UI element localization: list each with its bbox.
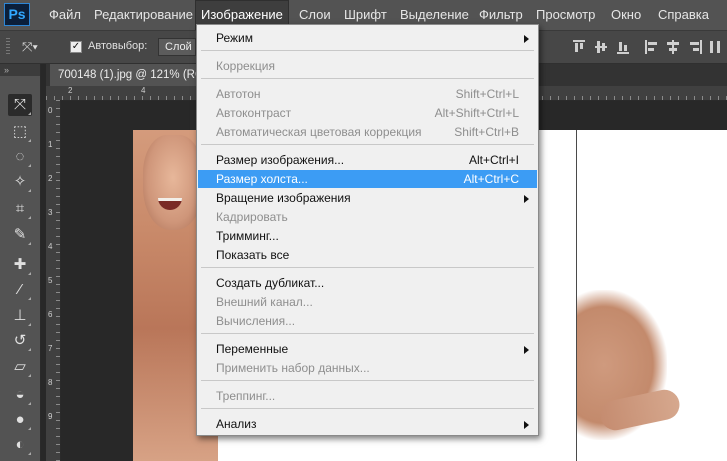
submenu-arrow-icon bbox=[524, 35, 529, 43]
tool-eraser[interactable]: ▱ bbox=[8, 356, 32, 378]
eyedropper-icon: ✎ bbox=[13, 226, 27, 243]
distribute-icon[interactable] bbox=[708, 39, 722, 55]
eraser-icon: ▱ bbox=[14, 358, 26, 375]
align-bottom-icon[interactable] bbox=[616, 39, 630, 55]
align-top-icon[interactable] bbox=[572, 39, 586, 55]
magic-wand-icon: ✧ bbox=[13, 173, 27, 190]
clone-stamp-icon: ⊥ bbox=[13, 307, 27, 324]
history-brush-icon: ↺ bbox=[13, 332, 27, 349]
menu-item-auto-tone[interactable]: Автотон Shift+Ctrl+L bbox=[198, 85, 537, 103]
tool-healing-brush[interactable]: ✚ bbox=[8, 254, 32, 276]
menu-separator bbox=[201, 78, 534, 79]
dodge-icon: ◐ bbox=[15, 436, 25, 453]
menu-item-canvas-size[interactable]: Размер холста... Alt+Ctrl+C bbox=[198, 170, 537, 188]
autoselect-target-select[interactable]: Слой bbox=[158, 38, 196, 56]
submenu-arrow-icon bbox=[524, 421, 529, 429]
tool-dodge[interactable]: ◐ bbox=[8, 434, 32, 456]
menu-item-variables[interactable]: Переменные bbox=[198, 340, 537, 358]
ruler-number: 2 bbox=[48, 174, 53, 183]
align-vcenter-icon[interactable] bbox=[594, 39, 608, 55]
tools-panel-collapse[interactable]: » bbox=[0, 64, 40, 76]
tool-lasso[interactable]: ◌ bbox=[8, 146, 32, 168]
menu-item-reveal-all[interactable]: Показать все bbox=[198, 246, 537, 264]
move-preset-icon: ⤧▾ bbox=[22, 39, 38, 54]
tool-magic-wand[interactable]: ✧ bbox=[8, 171, 32, 193]
ruler-number: 3 bbox=[48, 208, 53, 217]
tool-paint-bucket[interactable]: ◒ bbox=[8, 384, 32, 406]
menu-separator bbox=[201, 50, 534, 51]
menu-item-auto-contrast[interactable]: Автоконтраст Alt+Shift+Ctrl+L bbox=[198, 104, 537, 122]
healing-brush-icon: ✚ bbox=[13, 256, 27, 273]
menu-item-auto-color[interactable]: Автоматическая цветовая коррекция Shift+C… bbox=[198, 123, 537, 141]
ruler-number: 4 bbox=[141, 86, 146, 95]
menu-edit[interactable]: Редактирование bbox=[88, 0, 199, 30]
photoshop-logo: Ps bbox=[4, 3, 30, 26]
menu-separator bbox=[201, 267, 534, 268]
menu-item-apply-data-set[interactable]: Применить набор данных... bbox=[198, 359, 537, 377]
menu-file[interactable]: Файл bbox=[43, 0, 87, 30]
menu-item-trim[interactable]: Тримминг... bbox=[198, 227, 537, 245]
tools-panel: » ⤧ ⬚ ◌ ✧ ⌗ ✎ ✚ ⁄ ⊥ ↺ ▱ ◒ ● ◐ bbox=[0, 64, 41, 461]
ruler-number: 1 bbox=[48, 140, 53, 149]
document-tab[interactable]: 700148 (1).jpg @ 121% (RGB bbox=[50, 64, 216, 86]
ruler-number: 4 bbox=[48, 242, 53, 251]
tool-crop[interactable]: ⌗ bbox=[8, 198, 32, 220]
align-left-icon[interactable] bbox=[644, 39, 658, 55]
tool-marquee[interactable]: ⬚ bbox=[8, 121, 32, 143]
menu-view[interactable]: Просмотр bbox=[530, 0, 601, 30]
align-right-icon[interactable] bbox=[688, 39, 702, 55]
tool-brush[interactable]: ⁄ bbox=[8, 279, 32, 301]
menu-item-adjustments[interactable]: Коррекция bbox=[198, 57, 537, 75]
menu-separator bbox=[201, 380, 534, 381]
submenu-arrow-icon bbox=[524, 195, 529, 203]
menu-item-apply-image[interactable]: Внешний канал... bbox=[198, 293, 537, 311]
ruler-vertical[interactable]: 0 1 2 3 4 5 6 7 8 9 bbox=[46, 100, 61, 461]
lasso-icon: ◌ bbox=[15, 148, 25, 165]
tool-eyedropper[interactable]: ✎ bbox=[8, 224, 32, 246]
tool-preset-picker[interactable]: ⤧▾ bbox=[22, 39, 52, 55]
menu-separator bbox=[201, 144, 534, 145]
ruler-number: 6 bbox=[48, 310, 53, 319]
menu-separator bbox=[201, 408, 534, 409]
move-icon: ⤧ bbox=[13, 96, 26, 113]
ruler-number: 8 bbox=[48, 378, 53, 387]
image-menu-dropdown: Режим Коррекция Автотон Shift+Ctrl+L Авто… bbox=[196, 24, 539, 436]
autoselect-label: Автовыбор: bbox=[88, 40, 148, 52]
align-icons-group bbox=[572, 39, 722, 55]
menu-item-analysis[interactable]: Анализ bbox=[198, 415, 537, 433]
menu-item-mode[interactable]: Режим bbox=[198, 29, 537, 47]
menu-item-image-size[interactable]: Размер изображения... Alt+Ctrl+I bbox=[198, 151, 537, 169]
menu-window[interactable]: Окно bbox=[605, 0, 647, 30]
ruler-number: 9 bbox=[48, 412, 53, 421]
options-grip-icon[interactable] bbox=[6, 38, 10, 56]
crop-icon: ⌗ bbox=[15, 200, 25, 217]
ruler-number: 2 bbox=[68, 86, 73, 95]
menu-separator bbox=[201, 333, 534, 334]
submenu-arrow-icon bbox=[524, 346, 529, 354]
marquee-icon: ⬚ bbox=[12, 123, 28, 140]
menu-item-calculations[interactable]: Вычисления... bbox=[198, 312, 537, 330]
ruler-number: 7 bbox=[48, 344, 53, 353]
blur-icon: ● bbox=[15, 411, 25, 428]
tool-blur[interactable]: ● bbox=[8, 409, 32, 431]
menu-item-image-rotation[interactable]: Вращение изображения bbox=[198, 189, 537, 207]
brush-icon: ⁄ bbox=[18, 281, 22, 298]
tool-clone-stamp[interactable]: ⊥ bbox=[8, 305, 32, 327]
menu-item-duplicate[interactable]: Создать дубликат... bbox=[198, 274, 537, 292]
menu-item-crop[interactable]: Кадрировать bbox=[198, 208, 537, 226]
tool-move[interactable]: ⤧ bbox=[8, 94, 32, 116]
menu-item-trap[interactable]: Треппинг... bbox=[198, 387, 537, 405]
paint-bucket-icon: ◒ bbox=[15, 386, 25, 403]
ruler-number: 5 bbox=[48, 276, 53, 285]
menu-help[interactable]: Справка bbox=[652, 0, 715, 30]
autoselect-checkbox[interactable]: ✓ bbox=[70, 41, 82, 53]
ruler-number: 0 bbox=[48, 106, 53, 115]
photo-face bbox=[143, 135, 203, 230]
tool-history-brush[interactable]: ↺ bbox=[8, 330, 32, 352]
align-hcenter-icon[interactable] bbox=[666, 39, 680, 55]
